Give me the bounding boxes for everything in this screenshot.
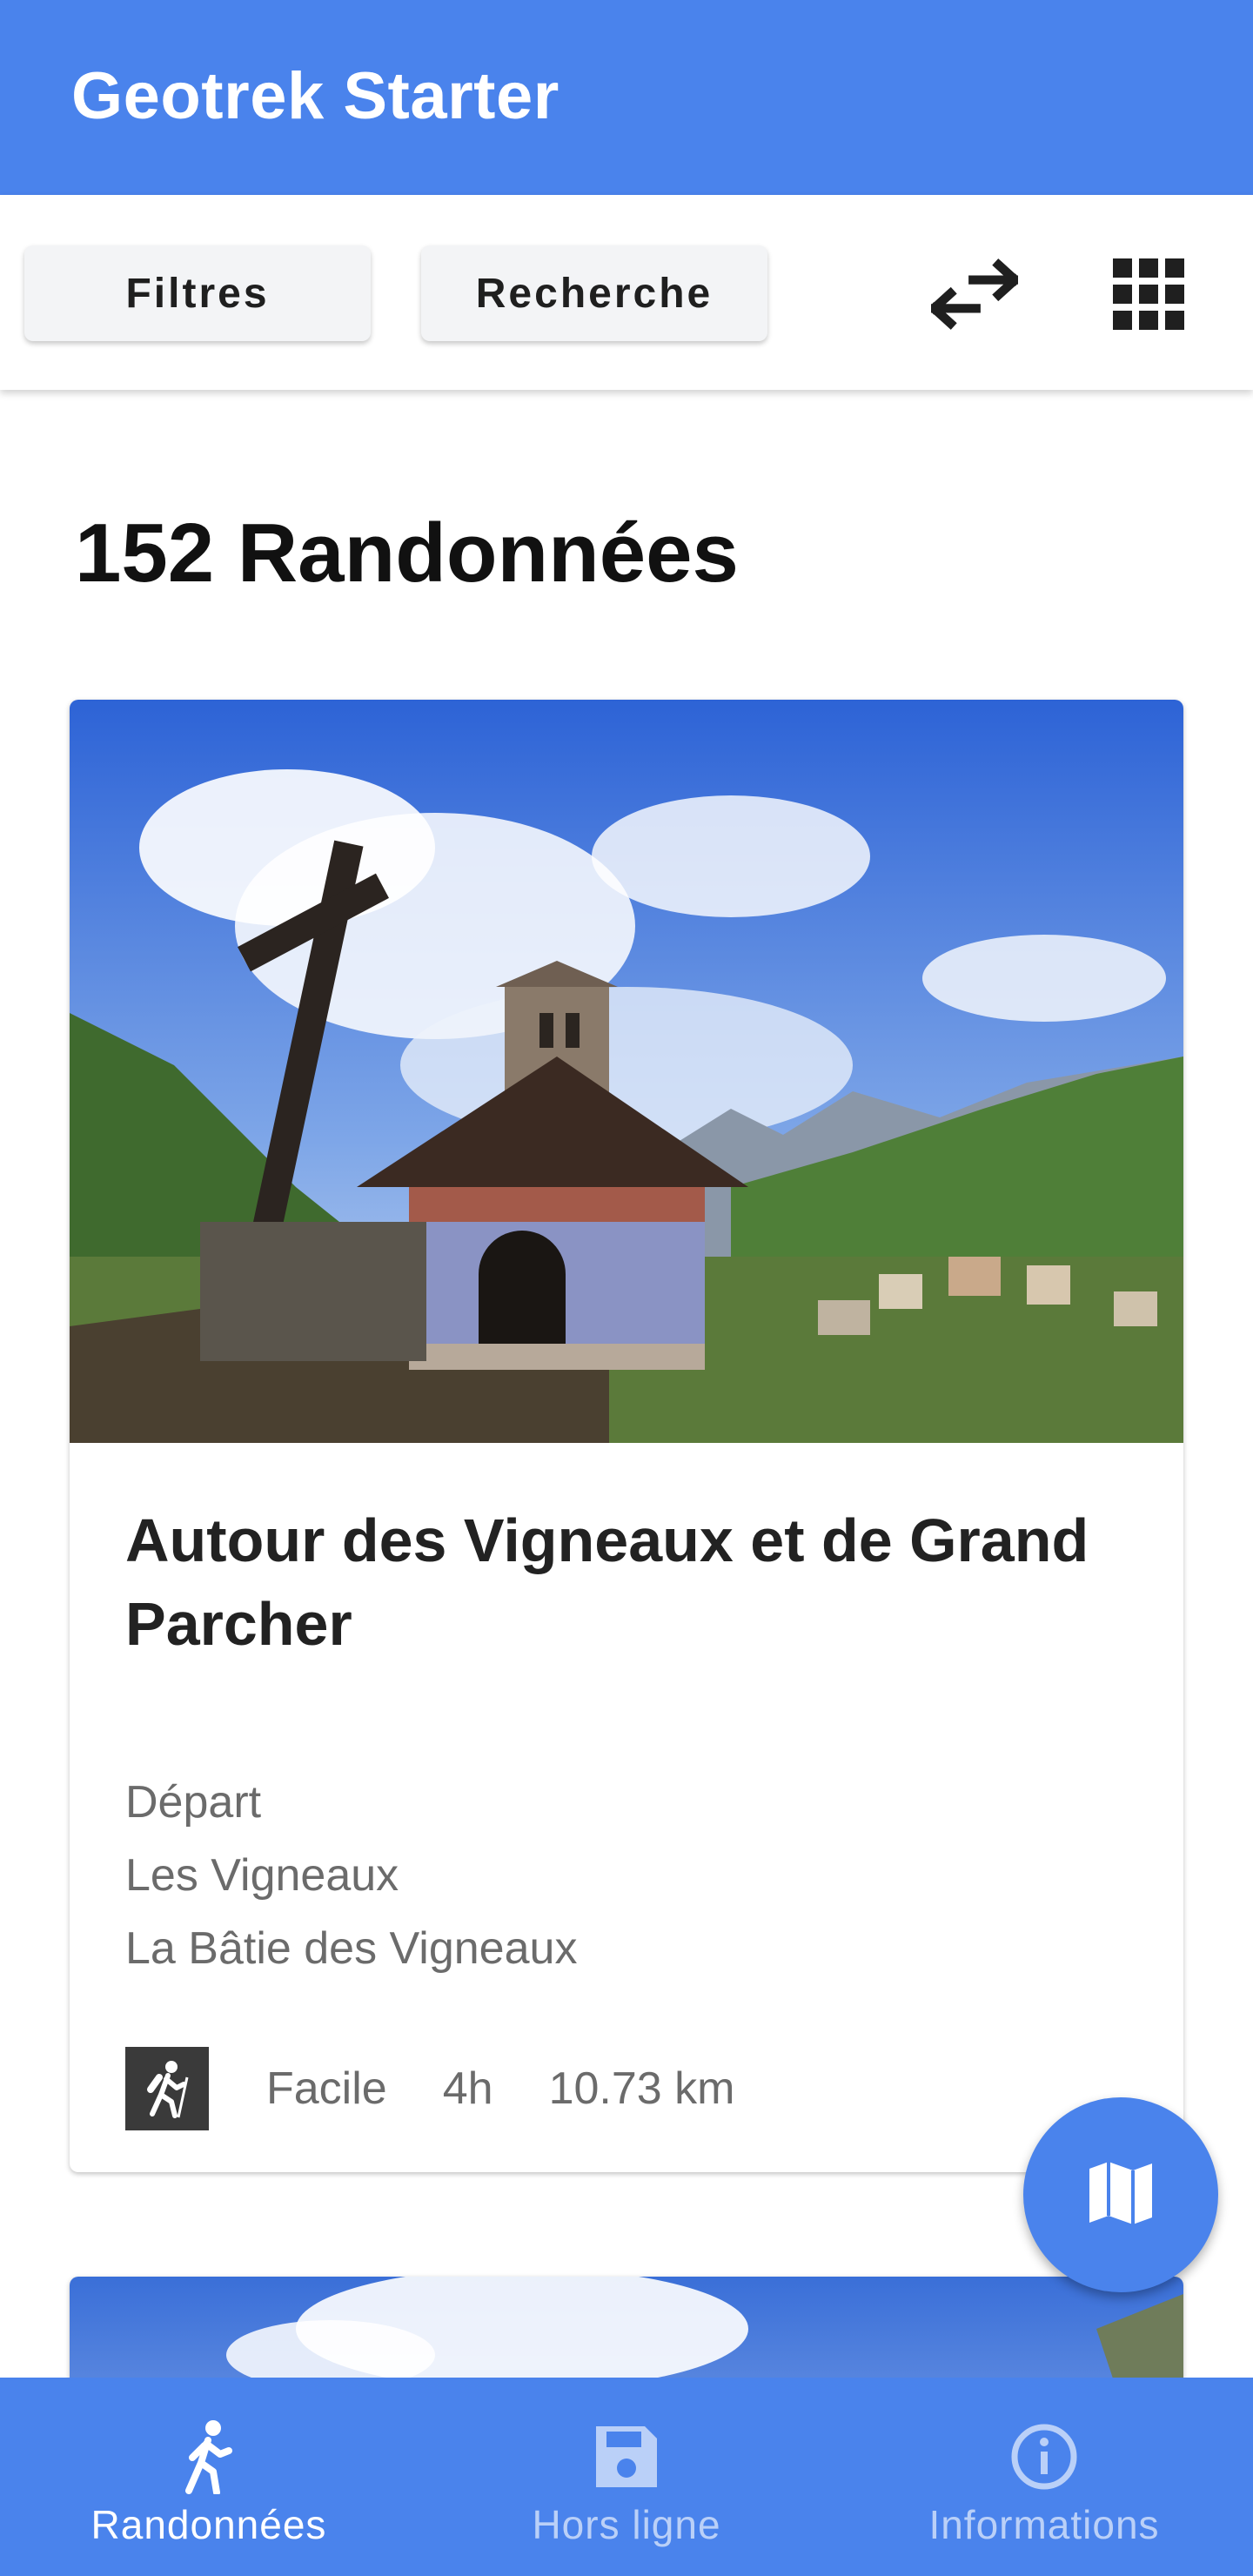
toolbar: Filtres Recherche — [0, 195, 1253, 390]
trek-photo-next — [70, 2277, 1183, 2378]
trek-card-next[interactable] — [70, 2277, 1183, 2378]
trek-meta: Facile 4h 10.73 km — [125, 2047, 790, 2130]
trek-photo — [70, 700, 1183, 1443]
map-icon — [1088, 2160, 1154, 2231]
departure-town: La Bâtie des Vigneaux — [125, 1923, 578, 1974]
map-button[interactable] — [1023, 2097, 1218, 2292]
trek-title: Autour des Vigneaux et de Grand Parcher — [125, 1506, 1089, 1658]
hiker-icon — [125, 2047, 209, 2130]
grid-icon[interactable] — [1105, 251, 1192, 338]
results-count: 152 Randonnées — [75, 506, 739, 600]
info-icon — [1005, 2418, 1083, 2496]
nav-label: Hors ligne — [532, 2502, 721, 2547]
difficulty-text: Facile — [266, 2063, 387, 2114]
nav-item-randonnees[interactable]: Randonnées — [0, 2378, 418, 2576]
nav-label: Randonnées — [90, 2502, 327, 2547]
app-title: Geotrek Starter — [71, 59, 559, 133]
duration-text: 4h — [442, 2063, 493, 2114]
departure-label: Départ — [125, 1777, 262, 1828]
bottom-navigation: Randonnées Hors ligne Informations — [0, 2378, 1253, 2576]
nav-item-hors-ligne[interactable]: Hors ligne — [418, 2378, 835, 2576]
swap-arrows-icon[interactable] — [931, 251, 1018, 338]
search-button[interactable]: Recherche — [421, 245, 767, 341]
walking-icon — [170, 2418, 248, 2496]
save-icon — [587, 2418, 666, 2496]
trek-card[interactable]: Autour des Vigneaux et de Grand Parcher … — [70, 700, 1183, 2172]
app-bar: Geotrek Starter — [0, 0, 1253, 195]
nav-item-informations[interactable]: Informations — [835, 2378, 1253, 2576]
filters-button[interactable]: Filtres — [24, 245, 371, 341]
departure-place: Les Vigneaux — [125, 1850, 399, 1901]
results-list[interactable]: 152 Randonnées Autour des Vigneaux et de… — [0, 390, 1253, 2378]
nav-label: Informations — [928, 2502, 1160, 2547]
distance-text: 10.73 km — [548, 2063, 735, 2114]
